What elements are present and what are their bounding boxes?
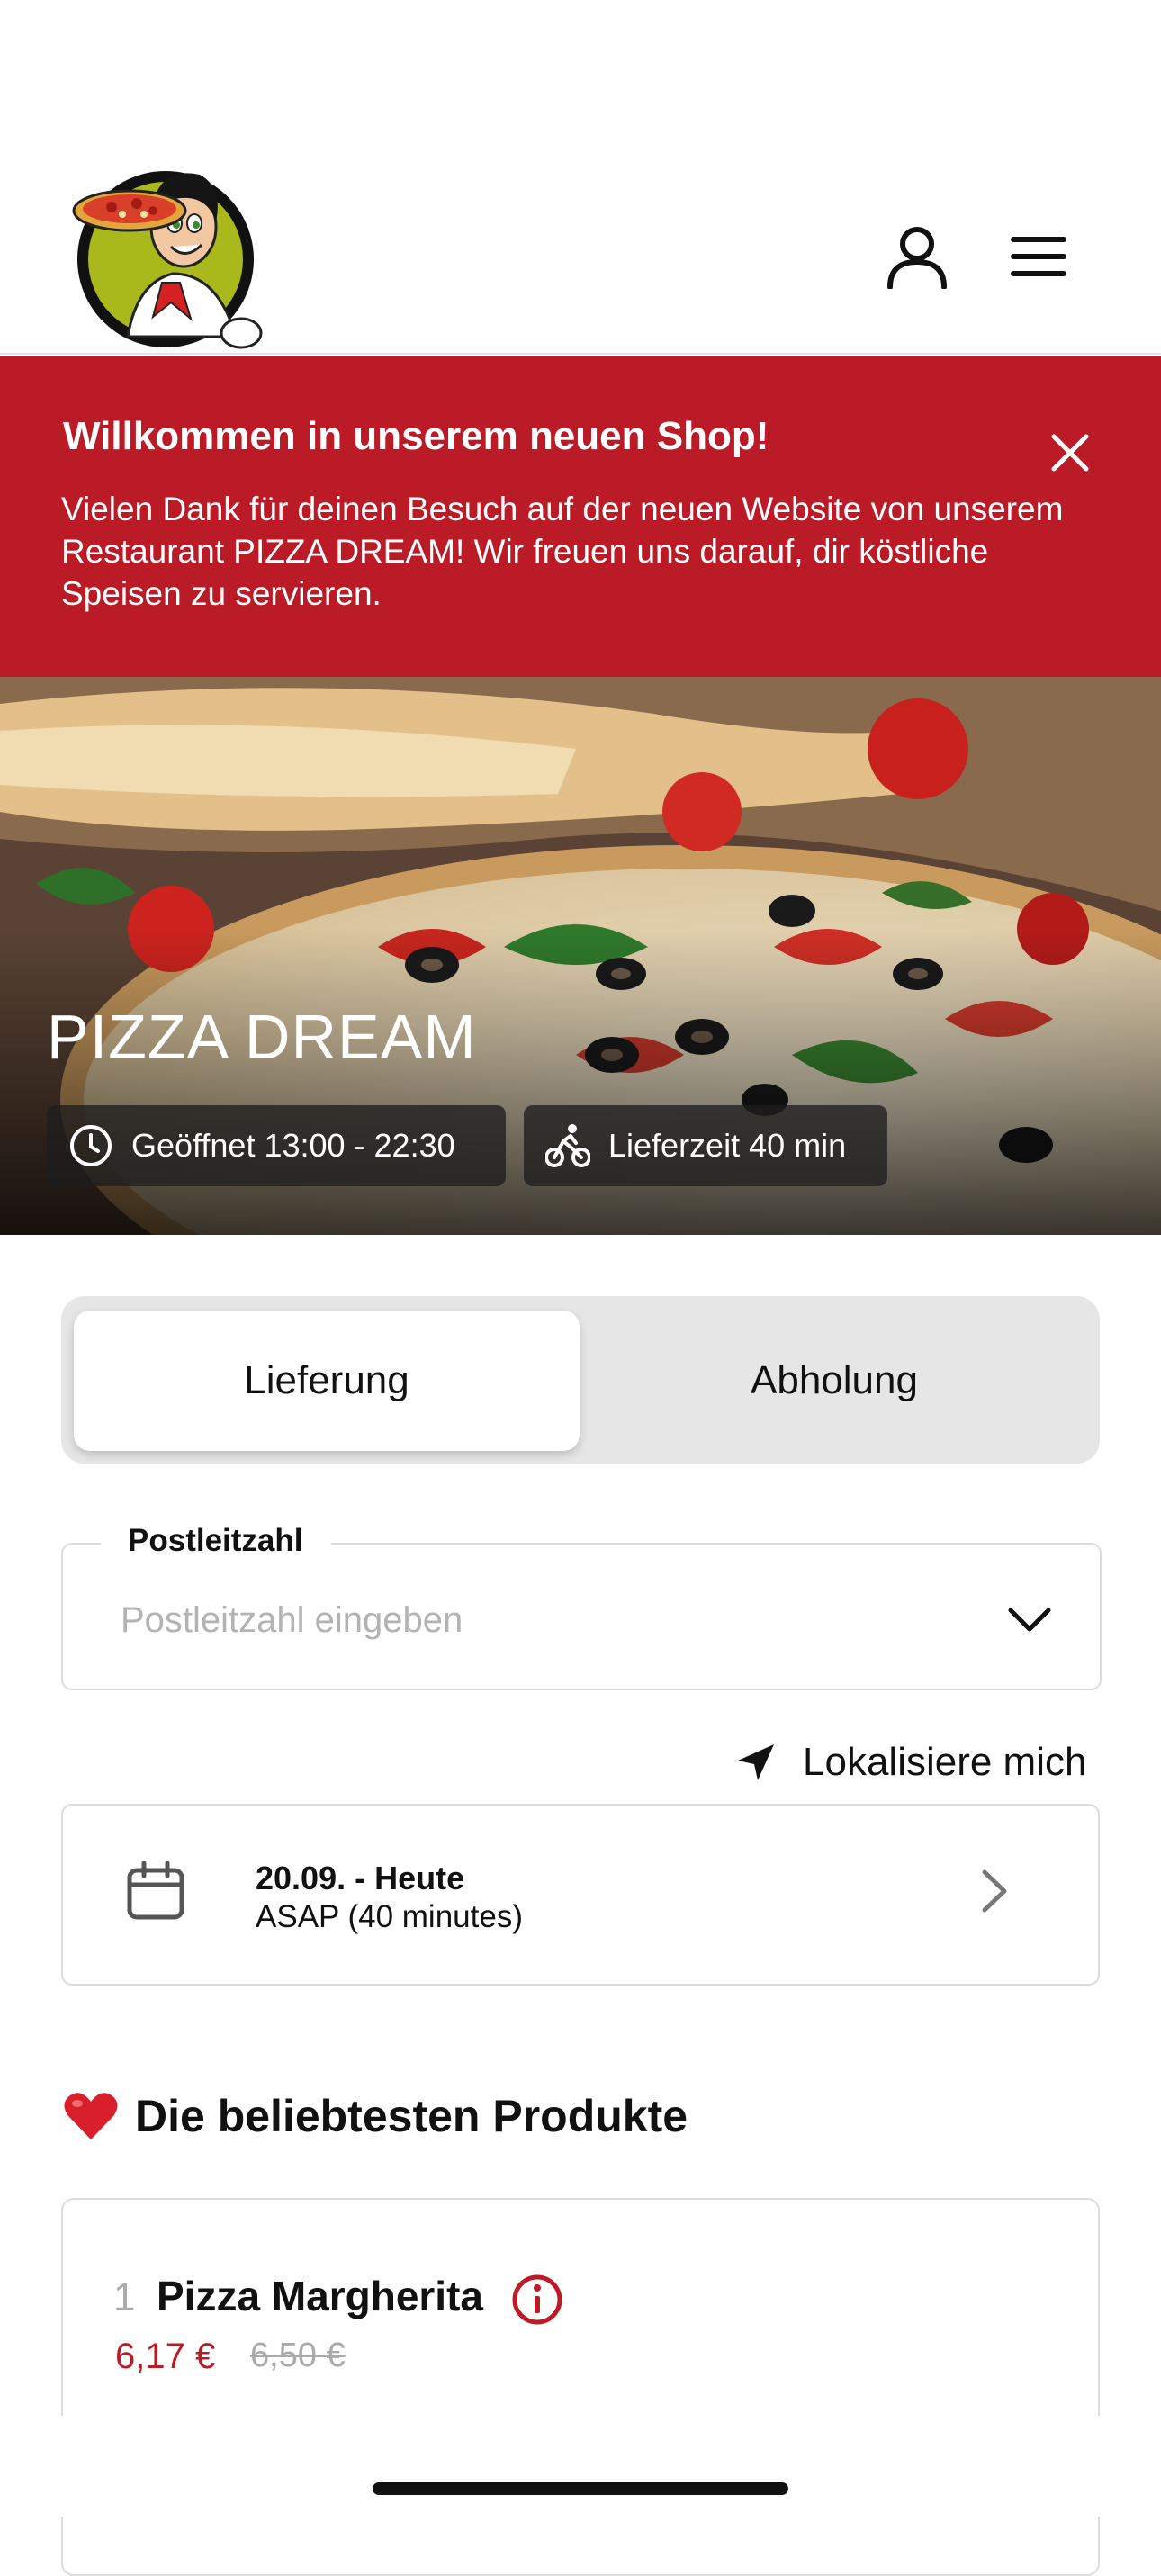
- welcome-banner: Willkommen in unserem neuen Shop! Vielen…: [0, 356, 1161, 677]
- locate-me-button[interactable]: Lokalisiere mich: [736, 1734, 1086, 1791]
- banner-close-button[interactable]: [1044, 427, 1096, 479]
- postal-code-field: Postleitzahl: [61, 1523, 1102, 1690]
- info-icon[interactable]: [511, 2274, 563, 2326]
- schedule-date: 20.09. - Heute: [256, 1860, 465, 1896]
- product-rank: 1: [113, 2275, 136, 2319]
- bottom-safe-area: [0, 2416, 1161, 2517]
- chevron-right-icon: [982, 1869, 1007, 1913]
- delivery-bike-icon: [545, 1123, 590, 1168]
- location-arrow-icon: [736, 1743, 776, 1782]
- close-icon: [1051, 434, 1089, 472]
- calendar-icon: [127, 1861, 184, 1920]
- user-icon: [887, 227, 947, 289]
- pizza-chef-logo[interactable]: [65, 148, 281, 364]
- restaurant-name: PIZZA DREAM: [47, 1002, 477, 1072]
- product-name: Pizza Margherita: [157, 2273, 483, 2319]
- product-card[interactable]: 1 Pizza Margherita 6,17 € 6,50 €: [61, 2198, 1100, 2576]
- clock-icon: [68, 1123, 113, 1168]
- chevron-down-icon: [1008, 1608, 1051, 1632]
- banner-text: Vielen Dank für deinen Besuch auf der ne…: [61, 491, 1064, 612]
- hamburger-menu-icon: [1011, 237, 1066, 276]
- heart-icon: [63, 2091, 119, 2141]
- site-header: [0, 0, 1161, 355]
- popular-products-heading: Die beliebtesten Produkte: [63, 2090, 688, 2142]
- schedule-time: ASAP (40 minutes): [256, 1899, 523, 1934]
- pickup-tab[interactable]: Abholung: [581, 1311, 1087, 1451]
- delivery-tab[interactable]: Lieferung: [74, 1311, 580, 1451]
- opening-hours-text: Geöffnet 13:00 - 22:30: [131, 1127, 455, 1164]
- opening-hours-chip: Geöffnet 13:00 - 22:30: [47, 1105, 506, 1186]
- home-indicator[interactable]: [373, 2482, 788, 2495]
- delivery-time-text: Lieferzeit 40 min: [608, 1127, 847, 1164]
- locate-me-label: Lokalisiere mich: [803, 1740, 1087, 1784]
- postal-code-label: Postleitzahl: [101, 1523, 332, 1559]
- user-account-button[interactable]: [880, 220, 954, 293]
- delivery-schedule-card[interactable]: 20.09. - Heute ASAP (40 minutes): [61, 1804, 1100, 1986]
- popular-products-title: Die beliebtesten Produkte: [135, 2091, 688, 2141]
- delivery-time-chip: Lieferzeit 40 min: [524, 1105, 887, 1186]
- product-price: 6,17 €: [115, 2337, 216, 2376]
- product-old-price: 6,50 €: [250, 2337, 346, 2374]
- menu-button[interactable]: [1003, 225, 1075, 288]
- postal-code-dropdown-button[interactable]: [1001, 1591, 1058, 1649]
- banner-title: Willkommen in unserem neuen Shop!: [63, 414, 770, 458]
- order-mode-toggle: Lieferung Abholung: [61, 1296, 1100, 1464]
- postal-code-input[interactable]: [121, 1595, 931, 1645]
- restaurant-hero: PIZZA DREAM Geöffnet 13:00 - 22:30 Liefe…: [0, 677, 1161, 1235]
